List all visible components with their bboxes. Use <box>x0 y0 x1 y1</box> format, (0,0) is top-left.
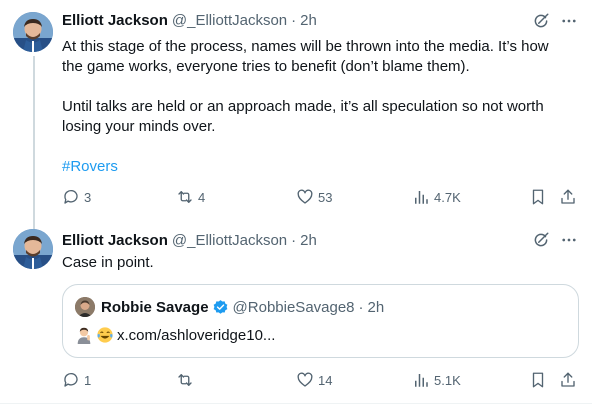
views-icon <box>415 374 428 387</box>
bookmark-icon <box>532 372 544 388</box>
reply-button[interactable]: 1 <box>62 370 91 390</box>
tweet[interactable]: Elliott Jackson @_ElliottJackson · 2h Ca… <box>0 226 592 404</box>
action-bar: 3 4 53 4.7K <box>62 187 580 207</box>
like-button[interactable]: 14 <box>296 370 332 390</box>
quoted-avatar[interactable] <box>75 297 95 317</box>
man-gesturing-icon <box>75 326 93 344</box>
author-name[interactable]: Elliott Jackson <box>62 232 168 249</box>
quoted-author-handle[interactable]: @RobbieSavage8 <box>233 299 355 316</box>
timestamp[interactable]: 2h <box>300 232 317 249</box>
like-icon <box>297 189 313 204</box>
bookmark-button[interactable] <box>529 187 547 207</box>
tweet[interactable]: Elliott Jackson @_ElliottJackson · 2h At… <box>0 0 592 230</box>
avatar[interactable] <box>13 12 53 52</box>
tweet-paragraph: Until talks are held or an approach made… <box>62 98 544 135</box>
quoted-tweet[interactable]: Robbie Savage @RobbieSavage8 · 2h x.com/… <box>62 284 579 358</box>
share-button[interactable] <box>559 370 577 390</box>
quoted-header: Robbie Savage @RobbieSavage8 · 2h <box>101 297 384 317</box>
thread-line <box>33 56 35 230</box>
like-icon <box>297 372 313 387</box>
tweet-paragraph: Case in point. <box>62 254 154 271</box>
share-icon <box>561 189 575 204</box>
action-bar: 1 14 5.1K <box>62 370 580 390</box>
bookmark-button[interactable] <box>529 370 547 390</box>
repost-count: 4 <box>198 189 206 205</box>
more-icon[interactable] <box>559 11 579 31</box>
separator: · <box>291 231 297 249</box>
quoted-author-name[interactable]: Robbie Savage <box>101 299 209 316</box>
share-icon <box>561 372 575 387</box>
tweet-paragraph: #Rovers <box>62 157 572 177</box>
like-count: 14 <box>318 372 333 388</box>
author-handle[interactable]: @_ElliottJackson <box>172 12 287 29</box>
more-icon[interactable] <box>559 230 579 250</box>
like-count: 53 <box>318 189 333 205</box>
quoted-timestamp[interactable]: 2h <box>368 299 385 316</box>
reply-button[interactable]: 3 <box>62 187 91 207</box>
verified-badge-icon[interactable] <box>212 299 229 316</box>
grok-icon[interactable] <box>531 11 551 31</box>
views-count: 5.1K <box>434 372 461 388</box>
tweet-header: Elliott Jackson @_ElliottJackson · 2h <box>62 10 317 30</box>
like-button[interactable]: 53 <box>296 187 332 207</box>
author-name[interactable]: Elliott Jackson <box>62 12 168 29</box>
views-button[interactable]: 4.7K <box>412 187 461 207</box>
tweet-paragraph: At this stage of the process, names will… <box>62 38 549 75</box>
hashtag-link[interactable]: #Rovers <box>62 158 118 175</box>
repost-icon <box>178 191 192 203</box>
tweet-header: Elliott Jackson @_ElliottJackson · 2h <box>62 230 317 250</box>
grok-icon[interactable] <box>531 230 551 250</box>
views-icon <box>415 191 428 204</box>
reply-count: 1 <box>84 372 92 388</box>
author-handle[interactable]: @_ElliottJackson <box>172 232 287 249</box>
face-with-tears-of-joy-icon <box>96 326 114 344</box>
share-button[interactable] <box>559 187 577 207</box>
repost-icon <box>178 374 192 386</box>
tweet-text: Case in point. <box>62 253 572 273</box>
reply-icon <box>64 372 78 387</box>
separator: · <box>291 11 297 29</box>
reply-icon <box>64 189 78 204</box>
repost-button[interactable] <box>176 370 198 390</box>
views-count: 4.7K <box>434 189 461 205</box>
reply-count: 3 <box>84 189 92 205</box>
quoted-link[interactable]: x.com/ashloveridge10... <box>117 327 275 344</box>
repost-button[interactable]: 4 <box>176 187 205 207</box>
tweet-text: At this stage of the process, names will… <box>62 37 572 177</box>
timestamp[interactable]: 2h <box>300 12 317 29</box>
bookmark-icon <box>532 189 544 205</box>
views-button[interactable]: 5.1K <box>412 370 461 390</box>
quoted-text: x.com/ashloveridge10... <box>75 325 275 345</box>
separator: · <box>358 298 364 316</box>
avatar[interactable] <box>13 229 53 269</box>
